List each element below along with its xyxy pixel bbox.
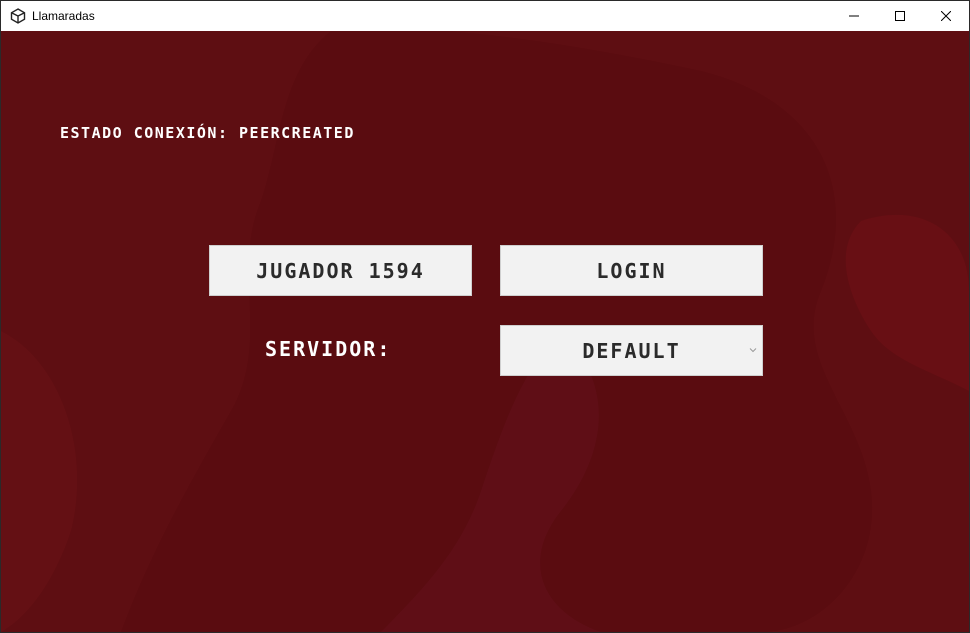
player-name-label: JUGADOR 1594 xyxy=(256,258,425,283)
window-controls xyxy=(831,1,969,31)
app-window: Llamaradas ESTADO CONEXIÓN: PEERCREATED … xyxy=(0,0,970,633)
title-bar[interactable]: Llamaradas xyxy=(1,1,969,31)
background-flame-shapes xyxy=(1,31,969,632)
chevron-down-icon xyxy=(749,348,757,353)
unity-icon xyxy=(10,8,26,24)
login-button[interactable]: LOGIN xyxy=(500,245,763,296)
server-label: SERVIDOR: xyxy=(265,337,392,361)
login-label: LOGIN xyxy=(596,258,667,283)
server-selected-value: DEFAULT xyxy=(582,338,681,363)
maximize-icon xyxy=(895,11,905,21)
server-dropdown[interactable]: DEFAULT xyxy=(500,325,763,376)
connection-status: ESTADO CONEXIÓN: PEERCREATED xyxy=(60,124,355,142)
minimize-button[interactable] xyxy=(831,1,877,31)
maximize-button[interactable] xyxy=(877,1,923,31)
minimize-icon xyxy=(849,15,859,17)
game-canvas: ESTADO CONEXIÓN: PEERCREATED JUGADOR 159… xyxy=(1,31,969,632)
window-title: Llamaradas xyxy=(32,9,95,23)
close-icon xyxy=(941,11,951,21)
close-button[interactable] xyxy=(923,1,969,31)
player-name-button[interactable]: JUGADOR 1594 xyxy=(209,245,472,296)
